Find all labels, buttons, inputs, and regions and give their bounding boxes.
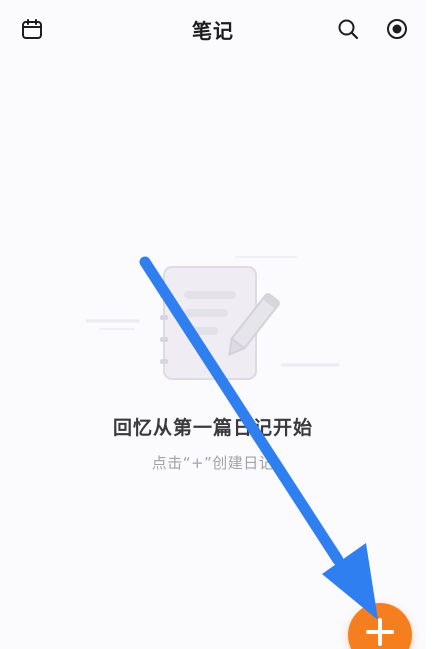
notebook-pencil-icon bbox=[86, 256, 340, 380]
empty-state: 回忆从第一篇日记开始 点击“+”创建日记 bbox=[0, 0, 426, 649]
screen-edge bbox=[426, 0, 433, 649]
empty-state-title: 回忆从第一篇日记开始 bbox=[112, 417, 313, 439]
plus-icon bbox=[366, 618, 394, 646]
notes-screen: 笔记 回忆从第一篇日记开始 点击“+”创建日记 bbox=[0, 0, 426, 649]
empty-state-subtitle: 点击“+”创建日记 bbox=[151, 454, 275, 472]
